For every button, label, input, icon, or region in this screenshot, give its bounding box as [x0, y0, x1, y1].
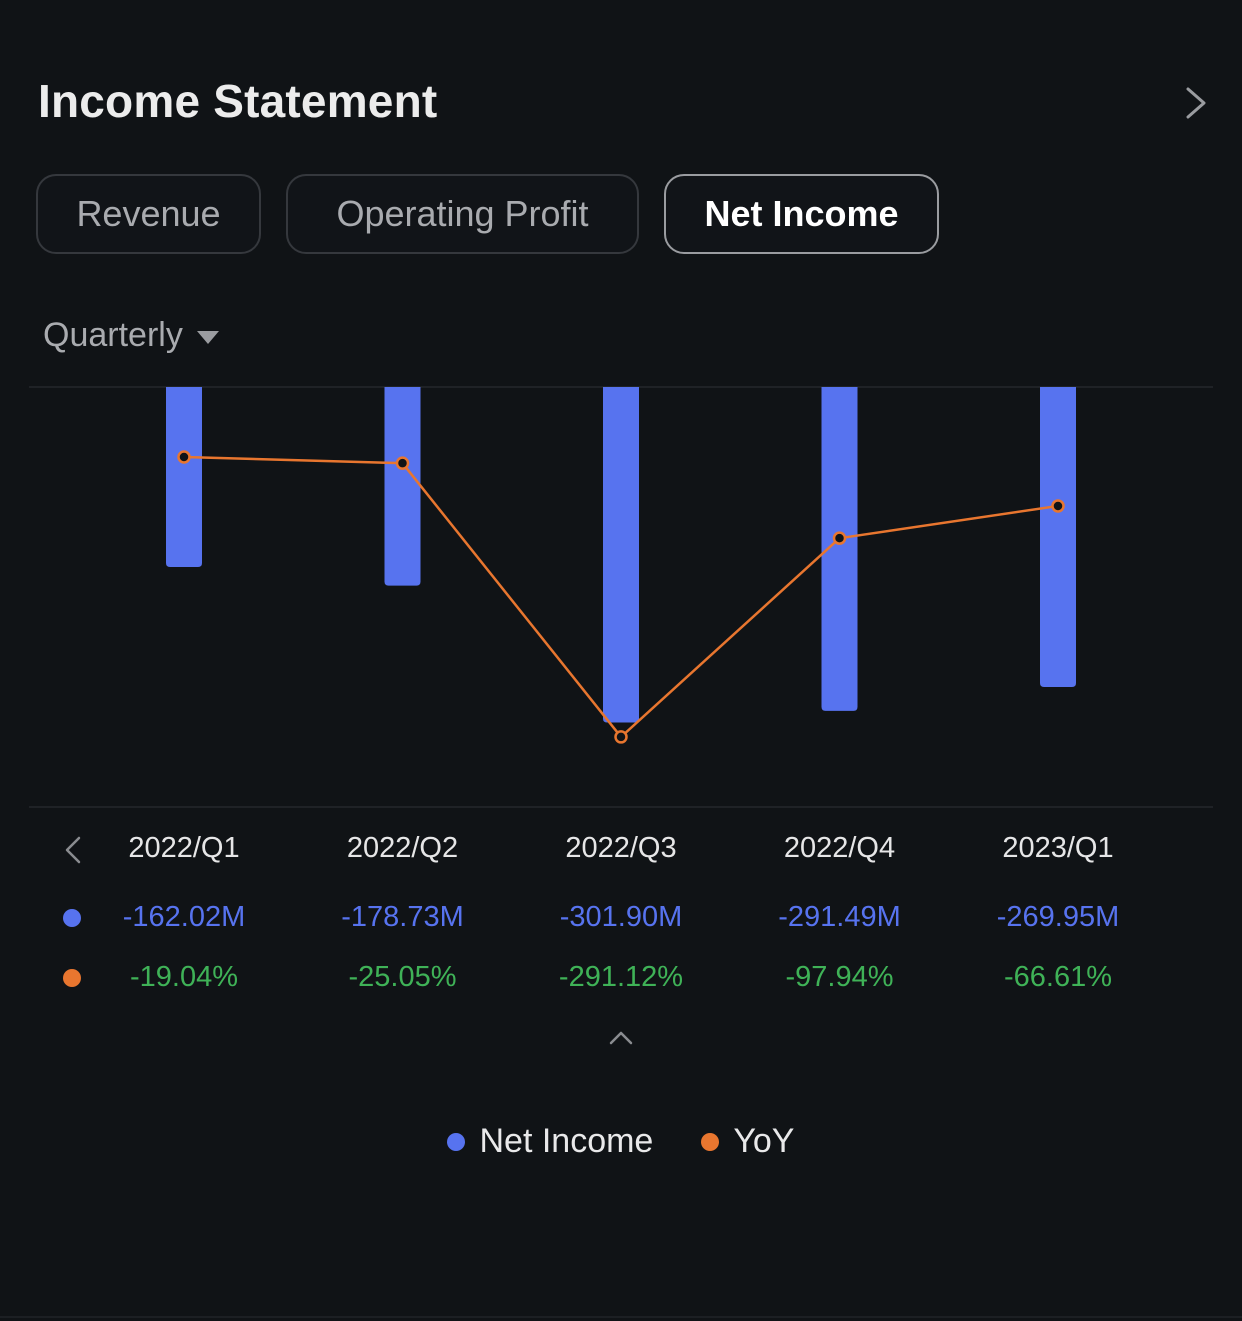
period-label-2022-q2: 2022/Q2 [346, 832, 459, 864]
yoy-point-2023-q1 [1051, 499, 1065, 513]
legend-label: Net Income [479, 1122, 654, 1160]
caret-down-icon [196, 331, 219, 344]
bar-net-income-2022-q2 [384, 387, 421, 586]
chart-legend: Net Income YoY [0, 1122, 1242, 1161]
net-income-value-2022-q2: -178.73M [341, 901, 464, 933]
page-title: Income Statement [38, 75, 438, 127]
bar-net-income-2022-q1 [166, 387, 202, 568]
net-income-value-2022-q1: -162.02M [122, 901, 246, 933]
net-income-value-2022-q3: -301.90M [559, 901, 683, 933]
chevron-up-icon[interactable] [608, 1028, 634, 1046]
yoy-row: -19.04% -25.05% -291.12% -97.94% -66.61% [0, 961, 1242, 1011]
bottom-divider [0, 1316, 1242, 1318]
period-label-2022-q1: 2022/Q1 [128, 832, 240, 864]
yoy-marker [63, 969, 81, 987]
period-label-2022-q3: 2022/Q3 [565, 832, 677, 864]
metric-tabs: Revenue Operating Profit Net Income [36, 174, 939, 254]
legend-label: YoY [733, 1122, 795, 1160]
legend-item-yoy[interactable]: YoY [701, 1122, 795, 1161]
yoy-value-2022-q1: -19.04% [129, 961, 238, 993]
period-label-2023-q1: 2023/Q1 [1002, 832, 1114, 864]
yoy-point-2022-q3 [614, 730, 628, 744]
net-income-marker [63, 909, 81, 927]
yoy-value-2022-q3: -291.12% [558, 961, 684, 993]
period-label-2022-q4: 2022/Q4 [783, 832, 896, 864]
yoy-value-2022-q4: -97.94% [785, 961, 894, 993]
period-header-row: 2022/Q1 2022/Q2 2022/Q3 2022/Q4 2023/Q1 [0, 832, 1242, 882]
period-dropdown[interactable]: Quarterly [43, 316, 219, 355]
yoy-value-2023-q1: -66.61% [1003, 961, 1112, 993]
yoy-point-2022-q2 [395, 456, 410, 470]
net-income-value-2022-q4: -291.49M [778, 901, 901, 933]
chevron-right-icon[interactable] [1180, 86, 1210, 120]
tab-operating-profit[interactable]: Operating Profit [286, 174, 639, 254]
yoy-value-2022-q2: -25.05% [348, 961, 457, 993]
period-label: Quarterly [43, 316, 183, 354]
tab-net-income[interactable]: Net Income [664, 174, 939, 254]
yoy-point-2022-q1 [177, 450, 191, 464]
legend-dot-net-income [447, 1132, 466, 1151]
tab-revenue[interactable]: Revenue [36, 174, 261, 254]
legend-dot-yoy [701, 1132, 720, 1151]
legend-item-net-income[interactable]: Net Income [447, 1122, 653, 1161]
bar-net-income-2023-q1 [1040, 387, 1076, 687]
yoy-point-2022-q4 [832, 531, 847, 545]
net-income-value-2023-q1: -269.95M [996, 901, 1120, 933]
bar-net-income-2022-q3 [603, 387, 639, 723]
net-income-row: -162.02M -178.73M -301.90M -291.49M -269.95M [0, 901, 1242, 951]
net-income-chart [29, 386, 1213, 808]
